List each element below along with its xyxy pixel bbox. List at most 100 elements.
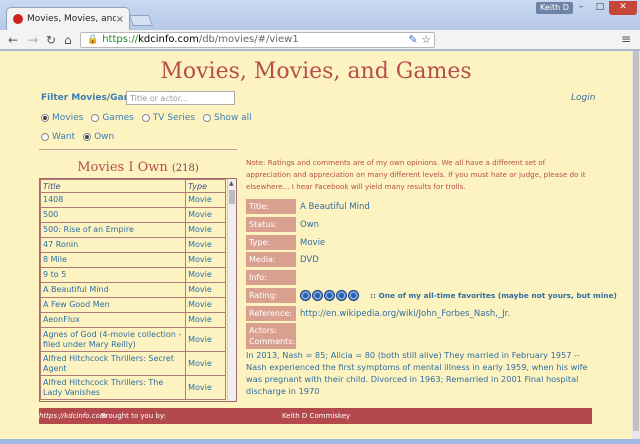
radio-button[interactable] (41, 114, 49, 122)
radio-button[interactable] (41, 133, 49, 141)
column-header-type[interactable]: Type (185, 179, 226, 193)
radio-movies[interactable]: Movies (41, 113, 83, 123)
table-row[interactable]: A Few Good Men Movie (40, 297, 226, 313)
row-title[interactable]: 500: Rise of an Empire (40, 222, 187, 238)
close-window-button[interactable]: ✕ (609, 1, 637, 15)
detail-info-row: Info: (246, 270, 300, 285)
browser-tab[interactable]: Movies, Movies, and Gam × (6, 7, 130, 30)
radio-button[interactable] (91, 114, 100, 122)
radio-want[interactable]: Want (41, 132, 75, 142)
row-type[interactable]: Movie (185, 237, 226, 253)
row-title[interactable]: 9 to 5 (40, 267, 187, 283)
reload-icon[interactable]: ↻ (46, 32, 56, 48)
disc-icon (348, 290, 359, 301)
row-title[interactable]: Agnes of God (4-movie collection - filed… (40, 327, 187, 352)
radio-button[interactable] (83, 133, 92, 141)
minimize-button[interactable]: – (571, 1, 591, 15)
browser-menu-icon[interactable]: ≡ (621, 32, 631, 46)
table-row[interactable]: 47 Ronin Movie (40, 237, 226, 253)
extension-icon[interactable]: ✎ (408, 33, 417, 46)
row-title[interactable]: Alfred Hitchcock Thrillers: The Lady Van… (40, 375, 187, 400)
row-type[interactable]: Movie (185, 192, 226, 208)
row-type[interactable]: Movie (185, 375, 226, 400)
list-scrollbar[interactable]: ▲ (227, 179, 236, 401)
browser-toolbar: ← → ↻ ⌂ 🔒 https://kdcinfo.com/db/movies/#… (0, 30, 640, 50)
row-title[interactable]: A Beautiful Mind (40, 282, 187, 298)
detail-label: Title: (246, 199, 296, 214)
row-title[interactable]: A Few Good Men (40, 297, 187, 313)
tab-close-icon[interactable]: × (116, 14, 124, 25)
radio-label: Show all (214, 113, 252, 123)
row-type[interactable]: Movie (185, 351, 226, 376)
row-title[interactable]: 1408 (40, 192, 187, 208)
bookmark-star-icon[interactable]: ☆ (421, 33, 431, 46)
table-row[interactable]: Alfred Hitchcock Thrillers: Secret Agent… (40, 351, 226, 376)
window-bottom-edge (0, 439, 640, 444)
table-row[interactable]: 9 to 5 Movie (40, 267, 226, 283)
radio-button[interactable] (141, 114, 150, 122)
home-icon[interactable]: ⌂ (64, 32, 72, 48)
row-title[interactable]: AeonFlux (40, 312, 187, 328)
new-tab-button[interactable] (128, 15, 154, 26)
table-row[interactable]: Agnes of God (4-movie collection - filed… (40, 327, 226, 352)
detail-label: Status: (246, 217, 296, 232)
radio-own[interactable]: Own (83, 132, 114, 142)
list-count: (218) (171, 163, 199, 174)
browser-titlebar: Movies, Movies, and Gam × Keith D – □ ✕ (0, 0, 640, 30)
footer-brought-by: Brought to you by: (101, 412, 166, 420)
detail-media-value: DVD (300, 254, 319, 265)
row-type[interactable]: Movie (185, 282, 226, 298)
page-scroll-thumb[interactable] (633, 51, 639, 431)
row-type[interactable]: Movie (185, 252, 226, 268)
list-heading: Movies I Own (77, 160, 168, 175)
table-row[interactable]: Alfred Hitchcock Thrillers: The Lady Van… (40, 375, 226, 400)
row-type[interactable]: Movie (185, 222, 226, 238)
login-link[interactable]: Login (571, 93, 595, 103)
table-row[interactable]: 8 Mile Movie (40, 252, 226, 268)
radio-tv-series[interactable]: TV Series (141, 113, 195, 123)
address-bar-icons: ✎ ☆ (408, 33, 431, 47)
list-scroll-thumb[interactable] (229, 190, 235, 204)
filter-input[interactable] (126, 91, 235, 105)
back-arrow-icon[interactable]: ← (8, 32, 18, 48)
detail-label: Comments: (246, 334, 296, 349)
scroll-up-arrow-icon[interactable]: ▲ (229, 180, 234, 187)
column-header-title[interactable]: Title (40, 179, 187, 193)
row-title[interactable]: 8 Mile (40, 252, 187, 268)
table-row[interactable]: AeonFlux Movie (40, 312, 226, 328)
row-type[interactable]: Movie (185, 297, 226, 313)
row-type[interactable]: Movie (185, 207, 226, 223)
detail-title-row: Title: A Beautiful Mind (246, 199, 370, 214)
row-type[interactable]: Movie (185, 267, 226, 283)
radio-label: Own (94, 132, 115, 142)
table-row[interactable]: 1408 Movie (40, 192, 226, 208)
profile-badge[interactable]: Keith D (536, 2, 573, 14)
radio-show-all[interactable]: Show all (203, 113, 252, 123)
address-bar[interactable]: 🔒 https://kdcinfo.com/db/movies/#/view1 ✎… (80, 32, 435, 48)
radio-button[interactable] (203, 114, 212, 122)
radio-games[interactable]: Games (91, 113, 134, 123)
detail-status-row: Status: Own (246, 217, 319, 232)
row-title[interactable]: 47 Ronin (40, 237, 187, 253)
row-type[interactable]: Movie (185, 312, 226, 328)
lock-icon: 🔒 (87, 35, 99, 45)
footer-site-link[interactable]: https://kdcinfo.com (39, 412, 107, 420)
table-row[interactable]: 500: Rise of an Empire Movie (40, 222, 226, 238)
forward-arrow-icon[interactable]: → (28, 32, 38, 48)
table-row[interactable]: 500 Movie (40, 207, 226, 223)
table-row[interactable]: A Beautiful Mind Movie (40, 282, 226, 298)
url-path: /db/movies/#/view1 (198, 34, 299, 45)
footer-bar: Brought to you by: Keith D Commiskey htt… (39, 408, 592, 424)
maximize-button[interactable]: □ (591, 1, 609, 15)
page-scrollbar[interactable] (632, 51, 640, 439)
reference-link[interactable]: http://en.wikipedia.org/wiki/John_Forbes… (296, 309, 510, 319)
movie-list[interactable]: Title Type 1408 Movie 500 Movie 500: Rise … (39, 178, 237, 402)
page-title: Movies, Movies, and Games (160, 59, 472, 84)
disc-icon (300, 290, 311, 301)
status-radio-group: Want Own (41, 132, 122, 142)
row-title[interactable]: 500 (40, 207, 187, 223)
disc-icon (336, 290, 347, 301)
row-type[interactable]: Movie (185, 327, 226, 352)
detail-rating-row: Rating: :: One of my all-time favorites … (246, 288, 617, 303)
row-title[interactable]: Alfred Hitchcock Thrillers: Secret Agent (40, 351, 187, 376)
